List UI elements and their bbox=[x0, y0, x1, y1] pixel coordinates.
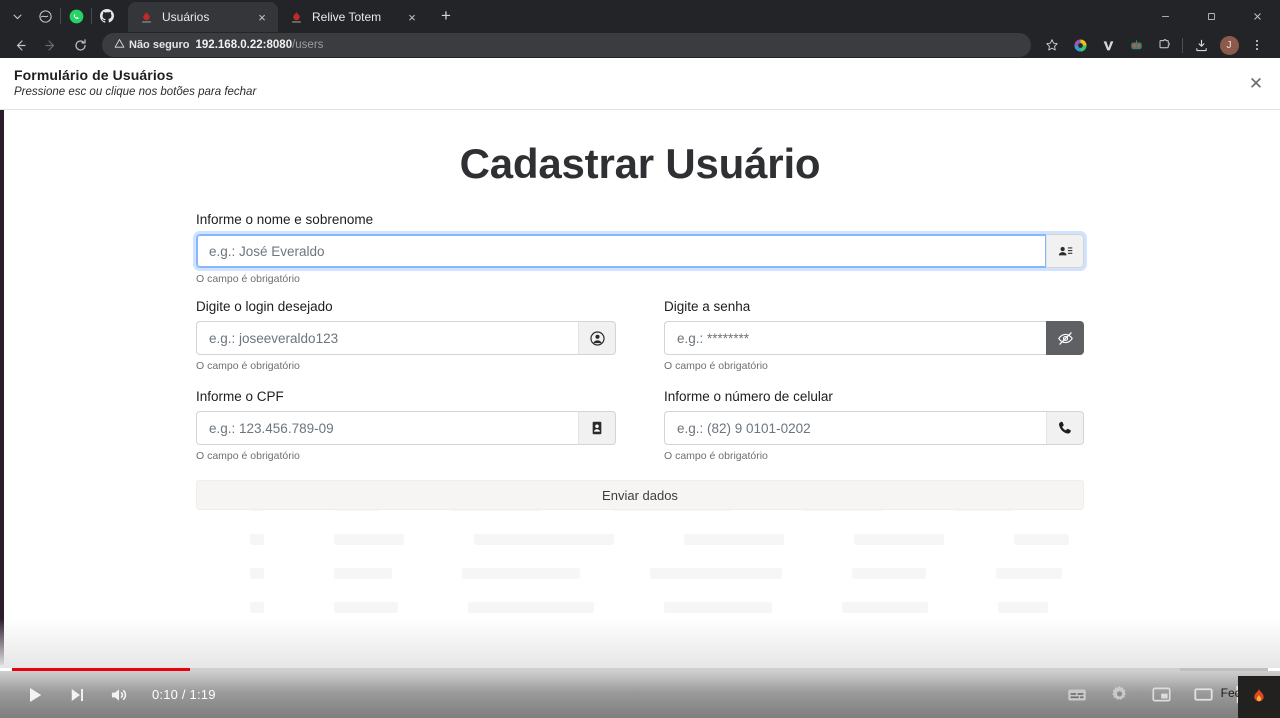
puzzle-extensions-icon[interactable] bbox=[1151, 33, 1177, 57]
submit-button[interactable]: Enviar dados bbox=[196, 480, 1084, 510]
captions-button[interactable] bbox=[1056, 675, 1098, 715]
background-watermark bbox=[0, 488, 1280, 668]
field-fullname: Informe o nome e sobrenome O campo é obr… bbox=[196, 212, 1084, 285]
window-controls bbox=[1142, 0, 1280, 32]
input-group-phone bbox=[664, 411, 1084, 445]
helper-password: O campo é obrigatório bbox=[664, 360, 768, 372]
phone-icon[interactable] bbox=[1046, 411, 1084, 445]
relive-icon bbox=[138, 9, 154, 25]
next-button[interactable] bbox=[56, 675, 98, 715]
tab-strip: Usuários × Relive Totem × + bbox=[0, 0, 1280, 32]
new-tab-button[interactable]: + bbox=[432, 2, 460, 30]
miniplayer-button[interactable] bbox=[1140, 675, 1182, 715]
field-password: Digite a senha O campo é obrigatório bbox=[664, 299, 1084, 372]
bookmark-star-icon[interactable] bbox=[1039, 33, 1065, 57]
github-icon[interactable] bbox=[92, 3, 122, 29]
theater-button[interactable] bbox=[1182, 675, 1224, 715]
input-group-password bbox=[664, 321, 1084, 355]
contact-card-icon[interactable] bbox=[1046, 234, 1084, 268]
chrome-more-menu-icon[interactable] bbox=[1244, 33, 1270, 57]
window-maximize-icon[interactable] bbox=[1188, 0, 1234, 32]
modal-title: Formulário de Usuários bbox=[14, 67, 174, 83]
page-content: Formulário de Usuários Pressione esc ou … bbox=[0, 58, 1280, 718]
label-fullname: Informe o nome e sobrenome bbox=[196, 212, 374, 227]
tab-usuarios[interactable]: Usuários × bbox=[128, 2, 278, 32]
input-group-fullname bbox=[196, 234, 1084, 268]
helper-fullname: O campo é obrigatório bbox=[196, 273, 300, 285]
id-card-icon[interactable] bbox=[578, 411, 616, 445]
tab-close-icon[interactable]: × bbox=[404, 9, 420, 25]
url-host: 192.168.0.22 bbox=[195, 39, 263, 51]
warning-triangle-icon bbox=[114, 38, 125, 52]
field-phone: Informe o número de celular O campo é ob… bbox=[664, 389, 1084, 462]
omnibox-toolbar: Não seguro 192.168.0.22:8080/users J bbox=[0, 32, 1280, 58]
omnibox-action-icons: J bbox=[1039, 33, 1274, 57]
input-group-login bbox=[196, 321, 616, 355]
modal-subtitle: Pressione esc ou clique nos botões para … bbox=[14, 86, 257, 98]
password-input[interactable] bbox=[664, 321, 1046, 355]
flame-app-icon[interactable] bbox=[1238, 676, 1280, 718]
robot-extension-icon[interactable] bbox=[1123, 33, 1149, 57]
window-minimize-icon[interactable] bbox=[1142, 0, 1188, 32]
forward-button[interactable] bbox=[36, 33, 64, 57]
color-wheel-extension-icon[interactable] bbox=[1067, 33, 1093, 57]
label-password: Digite a senha bbox=[664, 299, 751, 314]
pinned-tabs bbox=[30, 3, 122, 29]
video-right-controls bbox=[1056, 675, 1266, 715]
helper-login: O campo é obrigatório bbox=[196, 360, 300, 372]
url-path: /users bbox=[292, 39, 324, 51]
user-form: Cadastrar Usuário Informe o nome e sobre… bbox=[196, 110, 1084, 510]
tab-relive-totem[interactable]: Relive Totem × bbox=[278, 2, 428, 32]
volume-button[interactable] bbox=[98, 675, 140, 715]
eye-off-icon[interactable] bbox=[1046, 321, 1084, 355]
form-row-cpf-phone: Informe o CPF O campo é obrigatório Info… bbox=[196, 389, 1084, 465]
label-login: Digite o login desejado bbox=[196, 299, 333, 314]
cpf-input[interactable] bbox=[196, 411, 578, 445]
helper-cpf: O campo é obrigatório bbox=[196, 450, 300, 462]
video-control-bar: 0:10 / 1:19 bbox=[0, 671, 1280, 718]
modal-close-button[interactable]: ✕ bbox=[1242, 70, 1270, 98]
window-close-icon[interactable] bbox=[1234, 0, 1280, 32]
label-cpf: Informe o CPF bbox=[196, 389, 284, 404]
download-icon[interactable] bbox=[1188, 33, 1214, 57]
tab-close-icon[interactable]: × bbox=[254, 9, 270, 25]
modal-header: Formulário de Usuários Pressione esc ou … bbox=[0, 58, 1280, 110]
settings-button[interactable] bbox=[1098, 675, 1140, 715]
security-label: Não seguro bbox=[129, 39, 190, 51]
field-cpf: Informe o CPF O campo é obrigatório bbox=[196, 389, 616, 462]
page-title: Cadastrar Usuário bbox=[459, 140, 821, 187]
left-edge-strip bbox=[0, 58, 4, 665]
play-button[interactable] bbox=[14, 675, 56, 715]
v-extension-icon[interactable] bbox=[1095, 33, 1121, 57]
profile-avatar[interactable]: J bbox=[1216, 33, 1242, 57]
phone-input[interactable] bbox=[664, 411, 1046, 445]
relive-icon bbox=[288, 9, 304, 25]
input-group-cpf bbox=[196, 411, 616, 445]
whatsapp-icon[interactable] bbox=[61, 3, 91, 29]
tab-search-chevron-icon[interactable] bbox=[4, 3, 30, 29]
mask-icon[interactable] bbox=[30, 3, 60, 29]
label-phone: Informe o número de celular bbox=[664, 389, 833, 404]
login-input[interactable] bbox=[196, 321, 578, 355]
back-button[interactable] bbox=[6, 33, 34, 57]
fullname-input[interactable] bbox=[196, 234, 1046, 268]
browser-chrome: Usuários × Relive Totem × + Não seguro 1… bbox=[0, 0, 1280, 58]
reload-button[interactable] bbox=[66, 33, 94, 57]
form-row-login-password: Digite o login desejado O campo é obriga… bbox=[196, 299, 1084, 375]
avatar-initial: J bbox=[1219, 35, 1239, 55]
tab-title: Usuários bbox=[162, 10, 210, 24]
security-warning[interactable]: Não seguro bbox=[114, 38, 190, 52]
tab-title: Relive Totem bbox=[312, 10, 382, 24]
field-login: Digite o login desejado O campo é obriga… bbox=[196, 299, 616, 372]
video-player-controls: 0:10 / 1:19 bbox=[0, 660, 1280, 718]
url-port: :8080 bbox=[262, 39, 293, 51]
video-time-display: 0:10 / 1:19 bbox=[152, 687, 216, 702]
address-bar[interactable]: Não seguro 192.168.0.22:8080/users bbox=[102, 33, 1031, 57]
helper-phone: O campo é obrigatório bbox=[664, 450, 768, 462]
user-circle-icon[interactable] bbox=[578, 321, 616, 355]
omnibox-divider bbox=[1182, 37, 1183, 53]
